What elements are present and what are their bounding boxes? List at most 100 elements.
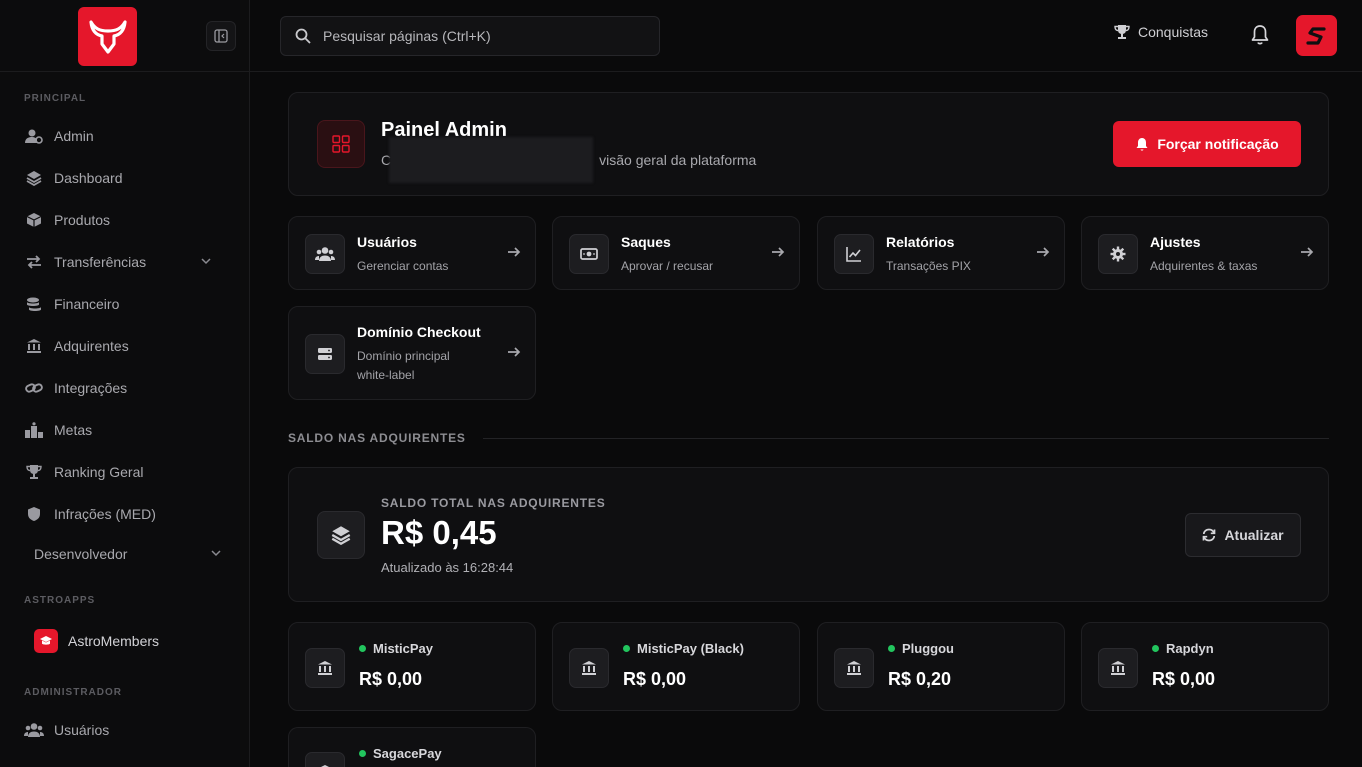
sidebar-item-usuarios[interactable]: Usuários	[24, 712, 226, 748]
sidebar-item-dashboard[interactable]: Dashboard	[24, 160, 226, 196]
sidebar-item-metas[interactable]: Metas	[24, 412, 226, 448]
users-icon	[305, 234, 345, 274]
acquirer-name: Pluggou	[888, 641, 954, 656]
coins-icon	[24, 294, 44, 314]
server-icon	[305, 334, 345, 374]
acquirer-balance: R$ 0,00	[359, 669, 423, 689]
force-notification-label: Forçar notificação	[1157, 136, 1279, 152]
users-icon	[24, 720, 44, 740]
money-icon	[569, 234, 609, 274]
achievements-label: Conquistas	[1138, 24, 1209, 40]
sidebar-item-label: Produtos	[54, 212, 111, 228]
section-administrador: ADMINISTRADOR	[24, 687, 122, 698]
sidebar-item-transferencias[interactable]: Transferências	[24, 244, 226, 280]
sidebar-item-label: Infrações (MED)	[54, 506, 156, 522]
acquirer-balance: R$ 0,00	[1152, 669, 1216, 689]
quick-action-dominio-checkout[interactable]: Domínio Checkout Domínio principal white…	[288, 306, 536, 400]
admin-panel-header: Painel Admin Cvisão geral da plataforma …	[288, 92, 1329, 196]
quick-action-subtitle: Gerenciar contas	[357, 259, 449, 273]
section-astroapps: ASTROAPPS	[24, 595, 96, 606]
quick-action-saques[interactable]: Saques Aprovar / recusar	[552, 216, 800, 290]
quick-action-title: Relatórios	[886, 234, 955, 250]
acquirer-name-text: Rapdyn	[1166, 641, 1214, 656]
link-icon	[24, 378, 44, 398]
topbar: Pesquisar páginas (Ctrl+K) Conquistas	[250, 0, 1362, 72]
acquirer-name-text: MisticPay (Black)	[637, 641, 744, 656]
section-principal: PRINCIPAL	[24, 93, 87, 104]
search-placeholder: Pesquisar páginas (Ctrl+K)	[323, 28, 491, 44]
graduation-cap-icon	[34, 629, 58, 653]
sidebar-item-produtos[interactable]: Produtos	[24, 202, 226, 238]
sidebar-collapse-icon[interactable]	[206, 21, 236, 51]
chevron-down-icon	[210, 546, 222, 562]
app-root: PRINCIPAL Admin Dashboard Produtos Trans…	[0, 0, 1362, 767]
chevron-down-icon	[200, 254, 212, 270]
shield-icon	[24, 504, 44, 524]
sidebar: PRINCIPAL Admin Dashboard Produtos Trans…	[0, 0, 250, 767]
sidebar-item-astromembers[interactable]: AstroMembers	[24, 623, 226, 659]
sidebar-item-label: Metas	[54, 422, 93, 438]
arrow-right-icon	[771, 245, 785, 259]
quick-action-title: Usuários	[357, 234, 417, 250]
grid-icon	[317, 120, 365, 168]
quick-action-usuarios[interactable]: Usuários Gerenciar contas	[288, 216, 536, 290]
arrows-icon	[24, 252, 44, 272]
bell-icon[interactable]	[1250, 24, 1270, 46]
acquirer-card[interactable]: SagacePay	[288, 727, 536, 767]
bank-icon	[24, 336, 44, 356]
sidebar-item-adquirentes[interactable]: Adquirentes	[24, 328, 226, 364]
acquirer-card[interactable]: MisticPay (Black) R$ 0,00	[552, 622, 800, 711]
acquirer-name-text: SagacePay	[373, 746, 442, 761]
acquirer-card[interactable]: Rapdyn R$ 0,00	[1081, 622, 1329, 711]
user-gear-icon	[24, 126, 44, 146]
search-icon	[295, 28, 311, 44]
acquirer-balance: R$ 0,00	[623, 669, 687, 689]
trophy-icon	[24, 462, 44, 482]
layers-icon	[24, 168, 44, 188]
status-dot	[623, 645, 630, 652]
arrow-right-icon	[507, 345, 521, 359]
quick-action-relatorios[interactable]: Relatórios Transações PIX	[817, 216, 1065, 290]
chart-line-icon	[834, 234, 874, 274]
sidebar-item-desenvolvedor[interactable]: Desenvolvedor	[34, 536, 226, 572]
last-updated-text: Atualizado às 16:28:44	[381, 560, 514, 575]
avatar[interactable]	[1296, 15, 1337, 56]
status-dot	[888, 645, 895, 652]
arrow-right-icon	[1300, 245, 1314, 259]
refresh-button[interactable]: Atualizar	[1185, 513, 1301, 557]
refresh-icon	[1202, 528, 1216, 542]
layers-icon	[317, 511, 365, 559]
total-balance-label: SALDO TOTAL NAS ADQUIRENTES	[381, 496, 606, 510]
brand-logo[interactable]	[78, 7, 137, 66]
bell-icon	[1135, 137, 1149, 152]
sidebar-item-label: Admin	[54, 128, 94, 144]
quick-action-title: Saques	[621, 234, 671, 250]
force-notification-button[interactable]: Forçar notificação	[1113, 121, 1301, 167]
sidebar-item-label: Financeiro	[54, 296, 120, 312]
achievements-button[interactable]: Conquistas	[1114, 24, 1208, 40]
acquirer-card[interactable]: Pluggou R$ 0,20	[817, 622, 1065, 711]
sidebar-item-admin[interactable]: Admin	[24, 118, 226, 154]
sidebar-item-label: Desenvolvedor	[34, 546, 128, 562]
quick-action-subtitle: Aprovar / recusar	[621, 259, 714, 273]
sidebar-item-infracoes[interactable]: Infrações (MED)	[24, 496, 226, 532]
sidebar-item-integracoes[interactable]: Integrações	[24, 370, 226, 406]
status-dot	[359, 645, 366, 652]
acquirer-name: MisticPay	[359, 641, 433, 656]
bank-icon	[305, 648, 345, 688]
bank-icon	[1098, 648, 1138, 688]
search-input[interactable]: Pesquisar páginas (Ctrl+K)	[280, 16, 660, 56]
arrow-right-icon	[507, 245, 521, 259]
sidebar-item-label: AstroMembers	[68, 633, 160, 649]
sidebar-item-label: Usuários	[54, 722, 110, 738]
sidebar-header	[0, 0, 249, 72]
acquirer-card[interactable]: MisticPay R$ 0,00	[288, 622, 536, 711]
quick-action-title: Domínio Checkout	[357, 324, 481, 340]
sidebar-item-financeiro[interactable]: Financeiro	[24, 286, 226, 322]
acquirer-name: MisticPay (Black)	[623, 641, 744, 656]
acquirer-balance: R$ 0,20	[888, 669, 952, 689]
acquirer-name-text: Pluggou	[902, 641, 954, 656]
bank-icon	[305, 752, 345, 767]
sidebar-item-ranking[interactable]: Ranking Geral	[24, 454, 226, 490]
quick-action-ajustes[interactable]: Ajustes Adquirentes & taxas	[1081, 216, 1329, 290]
